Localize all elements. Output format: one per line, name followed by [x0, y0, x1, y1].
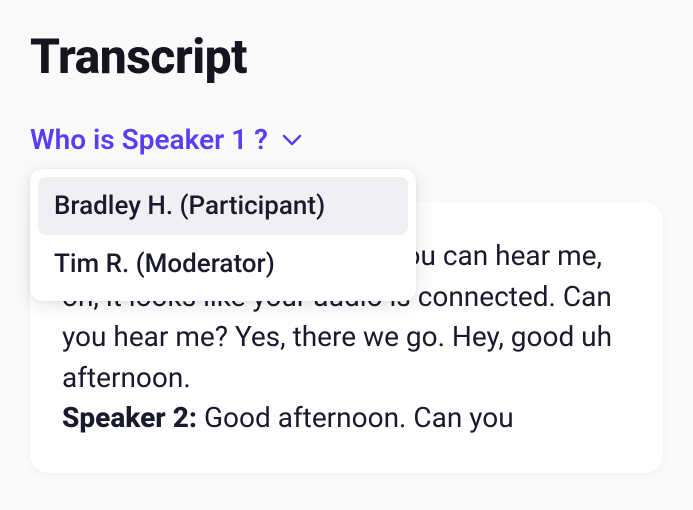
- page-title: Transcript: [30, 28, 663, 85]
- speaker-dropdown-trigger[interactable]: Who is Speaker 1 ?: [30, 123, 302, 156]
- speaker-2-label: Speaker 2:: [62, 401, 197, 434]
- speaker-2-text: Good afternoon. Can you: [197, 401, 514, 434]
- chevron-down-icon: [282, 134, 302, 146]
- speaker-dropdown: Who is Speaker 1 ? Bradley H. (Participa…: [30, 123, 302, 156]
- speaker-dropdown-menu: Bradley H. (Participant) Tim R. (Moderat…: [30, 169, 416, 301]
- dropdown-option-2[interactable]: Tim R. (Moderator): [38, 235, 408, 293]
- dropdown-option-1[interactable]: Bradley H. (Participant): [38, 177, 408, 235]
- speaker-dropdown-label: Who is Speaker 1 ?: [30, 123, 268, 156]
